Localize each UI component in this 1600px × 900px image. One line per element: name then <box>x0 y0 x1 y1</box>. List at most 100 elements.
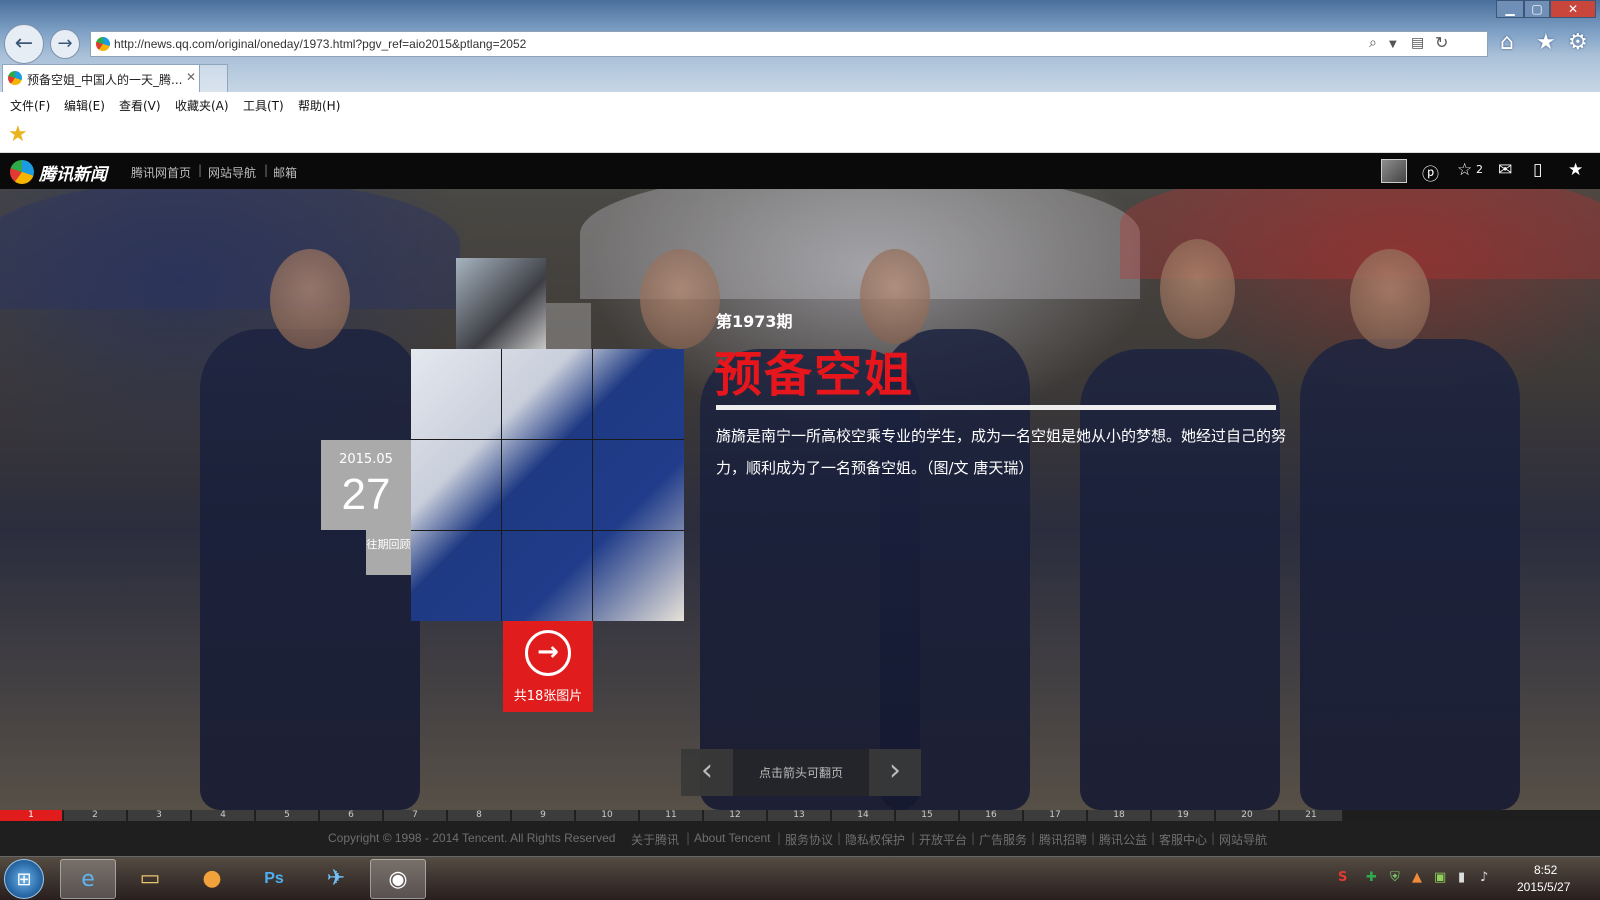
date-year-month: 2015.05 <box>339 452 393 467</box>
footer-link[interactable]: About Tencent <box>694 831 771 845</box>
timeline-item[interactable]: 9 <box>512 810 575 821</box>
preview-thumbnail[interactable] <box>456 258 546 349</box>
separator: | <box>686 831 691 845</box>
add-favorite-icon[interactable]: ★ <box>8 122 28 147</box>
address-bar[interactable]: http://news.qq.com/original/oneday/1973.… <box>90 31 1488 57</box>
footer-link[interactable]: 关于腾讯 <box>631 831 679 848</box>
taskbar-explorer[interactable]: ▭ <box>122 859 178 899</box>
view-photos-button[interactable]: → 共18张图片 <box>503 621 593 712</box>
volume-icon[interactable]: ♪ <box>1480 870 1488 885</box>
star-outline-icon[interactable]: ☆ <box>1457 160 1472 180</box>
timeline-item[interactable]: 18 <box>1088 810 1151 821</box>
shield-icon[interactable]: ⛨ <box>1390 870 1400 885</box>
timeline-item[interactable]: 3 <box>128 810 191 821</box>
site-name[interactable]: 腾讯新闻 <box>39 160 107 185</box>
timeline-item[interactable]: 16 <box>960 810 1023 821</box>
refresh-icon[interactable]: ↻ <box>1435 33 1448 52</box>
prev-page-button[interactable]: ‹ <box>681 749 733 796</box>
clock-time[interactable]: 8:52 <box>1534 863 1557 877</box>
home-icon[interactable]: ⌂ <box>1500 30 1514 55</box>
timeline-item[interactable]: 8 <box>448 810 511 821</box>
taskbar-qq-browser[interactable]: ◉ <box>370 859 426 899</box>
timeline-item[interactable]: 12 <box>704 810 767 821</box>
dropdown-icon[interactable]: ▼ <box>1389 39 1397 50</box>
timeline-item[interactable]: 11 <box>640 810 703 821</box>
tab-close-icon[interactable]: ✕ <box>186 70 196 84</box>
footer-link[interactable]: 隐私权保护 <box>845 831 905 848</box>
footer-link[interactable]: 客服中心 <box>1159 831 1207 848</box>
menu-help[interactable]: 帮助(H) <box>298 97 340 114</box>
timeline-item[interactable]: 4 <box>192 810 255 821</box>
menu-view[interactable]: 查看(V) <box>119 97 161 114</box>
star-icon[interactable]: ★ <box>1568 160 1583 180</box>
favorites-star-icon[interactable]: ★ <box>1536 30 1556 55</box>
clock-date[interactable]: 2015/5/27 <box>1517 880 1570 894</box>
menu-edit[interactable]: 编辑(E) <box>64 97 105 114</box>
taskbar-ie[interactable]: e <box>60 859 116 899</box>
timeline-item[interactable]: 2 <box>64 810 127 821</box>
search-icon[interactable]: ⌕ <box>1369 35 1377 51</box>
gear-icon[interactable]: ⚙ <box>1568 30 1588 55</box>
footer-link[interactable]: 腾讯公益 <box>1099 831 1147 848</box>
taskbar-messenger[interactable]: ✈ <box>308 859 364 899</box>
arrow-left-icon: ← <box>14 31 34 56</box>
separator: | <box>837 831 842 845</box>
photo-mosaic[interactable] <box>411 349 684 621</box>
timeline-item[interactable]: 7 <box>384 810 447 821</box>
timeline-item[interactable]: 1 <box>0 810 63 821</box>
footer-link[interactable]: 网站导航 <box>1219 831 1267 848</box>
archive-button[interactable]: 往期回顾 <box>366 530 411 575</box>
avatar[interactable] <box>1381 159 1407 183</box>
tray-app-icon[interactable]: ▲ <box>1412 870 1422 885</box>
menu-file[interactable]: 文件(F) <box>10 97 50 114</box>
timeline-item[interactable]: 13 <box>768 810 831 821</box>
timeline-item[interactable]: 14 <box>832 810 895 821</box>
forward-button[interactable]: → <box>50 29 80 59</box>
security-plus-icon[interactable]: ✚ <box>1366 870 1377 885</box>
timeline-item[interactable]: 19 <box>1152 810 1215 821</box>
browser-tab[interactable]: 预备空姐_中国人的一天_腾... ✕ <box>2 64 200 92</box>
start-button[interactable]: ⊞ <box>4 859 44 899</box>
sogou-input-icon[interactable]: S <box>1338 870 1347 885</box>
network-device-icon[interactable]: ▣ <box>1434 870 1446 885</box>
timeline-item[interactable]: 10 <box>576 810 639 821</box>
timeline-item[interactable]: 21 <box>1280 810 1343 821</box>
address-url[interactable]: http://news.qq.com/original/oneday/1973.… <box>114 37 526 51</box>
browser-chrome: ▁ ▢ ✕ ← → http://news.qq.com/original/on… <box>0 0 1600 153</box>
compatibility-view-icon[interactable]: ▤ <box>1411 35 1424 51</box>
timeline-item[interactable]: 17 <box>1024 810 1087 821</box>
copyright: Copyright © 1998 - 2014 Tencent. All Rig… <box>328 831 616 845</box>
page-navigator: ‹ 点击箭头可翻页 › <box>681 749 921 796</box>
site-footer: Copyright © 1998 - 2014 Tencent. All Rig… <box>0 821 1600 856</box>
weibo-icon[interactable]: ⓟ <box>1422 160 1439 185</box>
link-qq-home[interactable]: 腾讯网首页 <box>131 164 191 181</box>
thumbnail-placeholder <box>546 303 591 349</box>
tencent-logo-icon[interactable] <box>10 160 34 184</box>
menu-favorites[interactable]: 收藏夹(A) <box>175 97 229 114</box>
timeline-item[interactable]: 20 <box>1216 810 1279 821</box>
footer-link[interactable]: 腾讯招聘 <box>1039 831 1087 848</box>
next-page-button[interactable]: › <box>869 749 921 796</box>
book-icon[interactable]: ▯ <box>1533 160 1542 180</box>
separator: | <box>198 163 203 177</box>
menu-tools[interactable]: 工具(T) <box>243 97 284 114</box>
back-button[interactable]: ← <box>4 24 44 64</box>
close-window-button[interactable]: ✕ <box>1550 0 1596 18</box>
taskbar-browser[interactable]: ● <box>184 859 240 899</box>
timeline-item[interactable]: 6 <box>320 810 383 821</box>
link-site-nav[interactable]: 网站导航 <box>208 164 256 181</box>
timeline-item[interactable]: 5 <box>256 810 319 821</box>
footer-link[interactable]: 广告服务 <box>979 831 1027 848</box>
footer-link[interactable]: 服务协议 <box>785 831 833 848</box>
maximize-button[interactable]: ▢ <box>1524 0 1550 18</box>
umbrella-shape <box>0 189 460 309</box>
timeline-item[interactable]: 15 <box>896 810 959 821</box>
link-mail[interactable]: 邮箱 <box>273 164 297 181</box>
new-tab-button[interactable] <box>200 64 228 92</box>
signal-icon[interactable]: ▮ <box>1458 870 1465 885</box>
mail-icon[interactable]: ✉ <box>1498 160 1512 180</box>
arrow-right-icon: → <box>57 33 73 54</box>
taskbar-photoshop[interactable]: Ps <box>246 859 302 899</box>
minimize-button[interactable]: ▁ <box>1496 0 1524 18</box>
footer-link[interactable]: 开放平台 <box>919 831 967 848</box>
